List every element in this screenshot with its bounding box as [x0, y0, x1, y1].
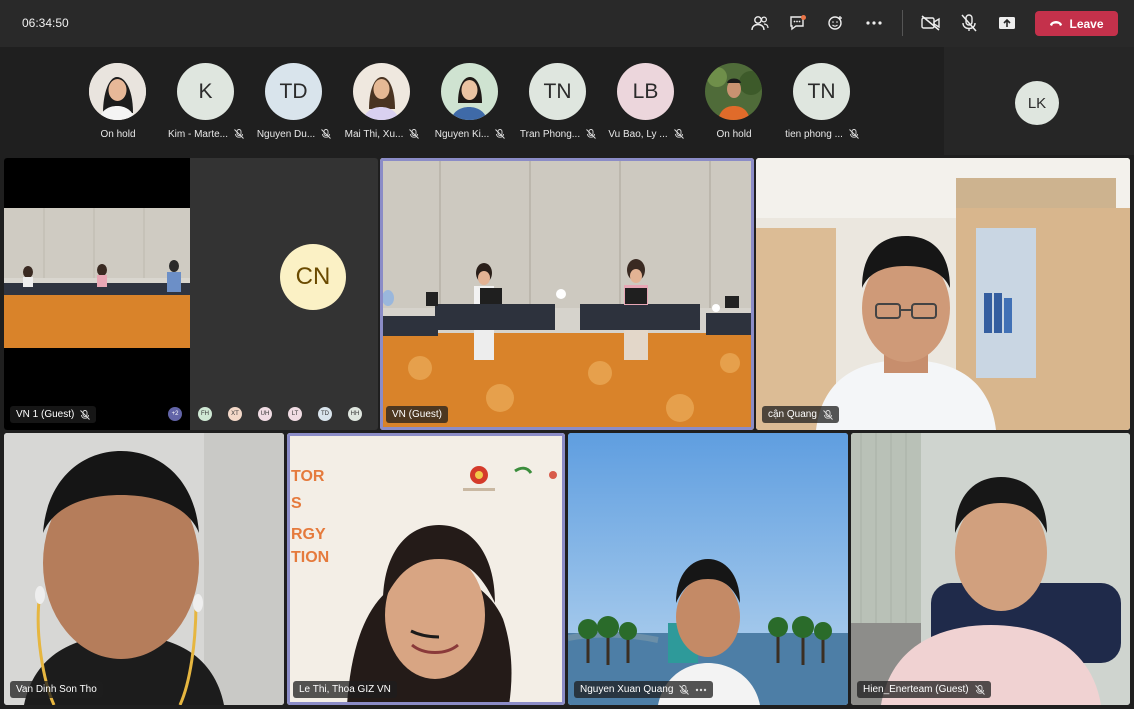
mic-off-icon [495, 129, 506, 139]
video-tile-le-thi-thoa[interactable]: TOR S RGY TION Le Thi, Thoa GIZ VN [287, 433, 565, 705]
mini-avatar: TD [318, 407, 332, 421]
overflow-participant-avatar[interactable]: LK [1015, 81, 1059, 125]
tile-name-label: VN 1 (Guest) [10, 406, 97, 423]
participant-name: On hold [100, 128, 136, 140]
conference-room-video [4, 208, 190, 348]
mic-off-icon [673, 129, 684, 139]
mic-off-icon [234, 129, 244, 139]
phone-hangup-icon [1050, 21, 1063, 26]
mic-off-icon[interactable] [958, 12, 980, 34]
mic-off-icon [823, 409, 833, 420]
participant-name: Nguyen Ki... [426, 127, 514, 141]
meeting-toolbar: 06:34:50 Leave [0, 0, 1134, 47]
mini-avatar: FH [198, 407, 212, 421]
participant-card[interactable]: LB Vu Bao, Ly ... [602, 63, 690, 143]
participant-avatar: TN [529, 63, 586, 120]
slide-line: TOR [291, 468, 325, 485]
meeting-timer: 06:34:50 [22, 16, 69, 30]
more-options-icon[interactable] [695, 688, 707, 692]
participant-avatar: LB [617, 63, 674, 120]
participant-name: Mai Thi, Xu... [338, 127, 426, 141]
video-tile-nguyen-xuan-quang[interactable]: Nguyen Xuan Quang [568, 433, 848, 705]
mic-off-icon [586, 129, 596, 139]
mini-avatar: XT [228, 407, 242, 421]
share-screen-icon[interactable] [996, 12, 1018, 34]
mic-off-icon [80, 409, 91, 420]
mic-off-icon [679, 684, 690, 695]
tile-name-label: Van Dinh Son Tho [10, 681, 103, 698]
tile-name-label: VN (Guest) [386, 406, 449, 423]
participant-card[interactable]: Nguyen Ki... [426, 63, 514, 143]
participant-photo [353, 63, 410, 120]
mini-avatar: UH [258, 407, 272, 421]
mic-off-icon [974, 684, 985, 695]
participant-avatar-cn: CN [280, 244, 346, 310]
tile-name-label: Le Thi, Thoa GIZ VN [293, 681, 397, 698]
slide-text: TOR S RGY TION [291, 463, 351, 571]
toolbar-divider [902, 10, 903, 36]
video-tile-vn[interactable]: VN (Guest) [380, 158, 754, 430]
mic-off-icon [409, 129, 420, 139]
participant-video [4, 433, 284, 705]
video-tile-hien-enerteam[interactable]: Hien_Enerteam (Guest) [851, 433, 1130, 705]
participant-card[interactable]: TD Nguyen Du... [250, 63, 338, 143]
participant-name: On hold [716, 128, 752, 140]
participant-avatar: TD [265, 63, 322, 120]
participant-name: Vu Bao, Ly ... [602, 127, 690, 141]
participant-card[interactable]: TN Tran Phong... [514, 63, 602, 143]
overflow-count-badge[interactable]: +2 [168, 407, 182, 421]
participant-name: Tran Phong... [514, 127, 602, 141]
participant-avatar: K [177, 63, 234, 120]
video-tile-can-quang[interactable]: cận Quang [756, 158, 1130, 430]
slide-line: S [291, 495, 302, 512]
chat-icon[interactable] [787, 12, 809, 34]
mini-avatar: HH [348, 407, 362, 421]
more-icon[interactable] [863, 12, 885, 34]
mic-off-icon [849, 129, 859, 139]
people-icon[interactable] [749, 12, 771, 34]
participant-card[interactable]: Mai Thi, Xu... [338, 63, 426, 143]
participant-video [851, 433, 1130, 705]
participant-card[interactable]: K Kim - Marte... [162, 63, 250, 143]
leave-button[interactable]: Leave [1035, 11, 1118, 36]
screen-share-pane [4, 158, 190, 430]
participant-video [568, 433, 848, 705]
participant-card[interactable]: TN tien phong ... [778, 63, 866, 143]
mic-off-icon [321, 129, 332, 139]
tile-name-label: Hien_Enerteam (Guest) [857, 681, 991, 698]
tile-name-label: cận Quang [762, 406, 839, 423]
video-tile-van-dinh-son-tho[interactable]: Van Dinh Son Tho [4, 433, 284, 705]
participant-photo [705, 63, 762, 120]
participant-video [756, 158, 1130, 430]
participant-name: Kim - Marte... [162, 127, 250, 141]
participant-photo [441, 63, 498, 120]
conference-room-video [380, 158, 754, 430]
participant-photo [89, 63, 146, 120]
camera-off-icon[interactable] [920, 12, 942, 34]
mini-avatar: LT [288, 407, 302, 421]
participant-avatar: TN [793, 63, 850, 120]
leave-label: Leave [1069, 16, 1104, 31]
participant-card[interactable]: On hold [74, 63, 162, 143]
participant-name: tien phong ... [778, 127, 866, 141]
participant-card[interactable]: On hold [690, 63, 778, 143]
tile-name-label: Nguyen Xuan Quang [574, 681, 714, 698]
reactions-icon[interactable] [825, 12, 847, 34]
participant-name: Nguyen Du... [250, 127, 338, 141]
slide-line: TION [291, 549, 330, 566]
